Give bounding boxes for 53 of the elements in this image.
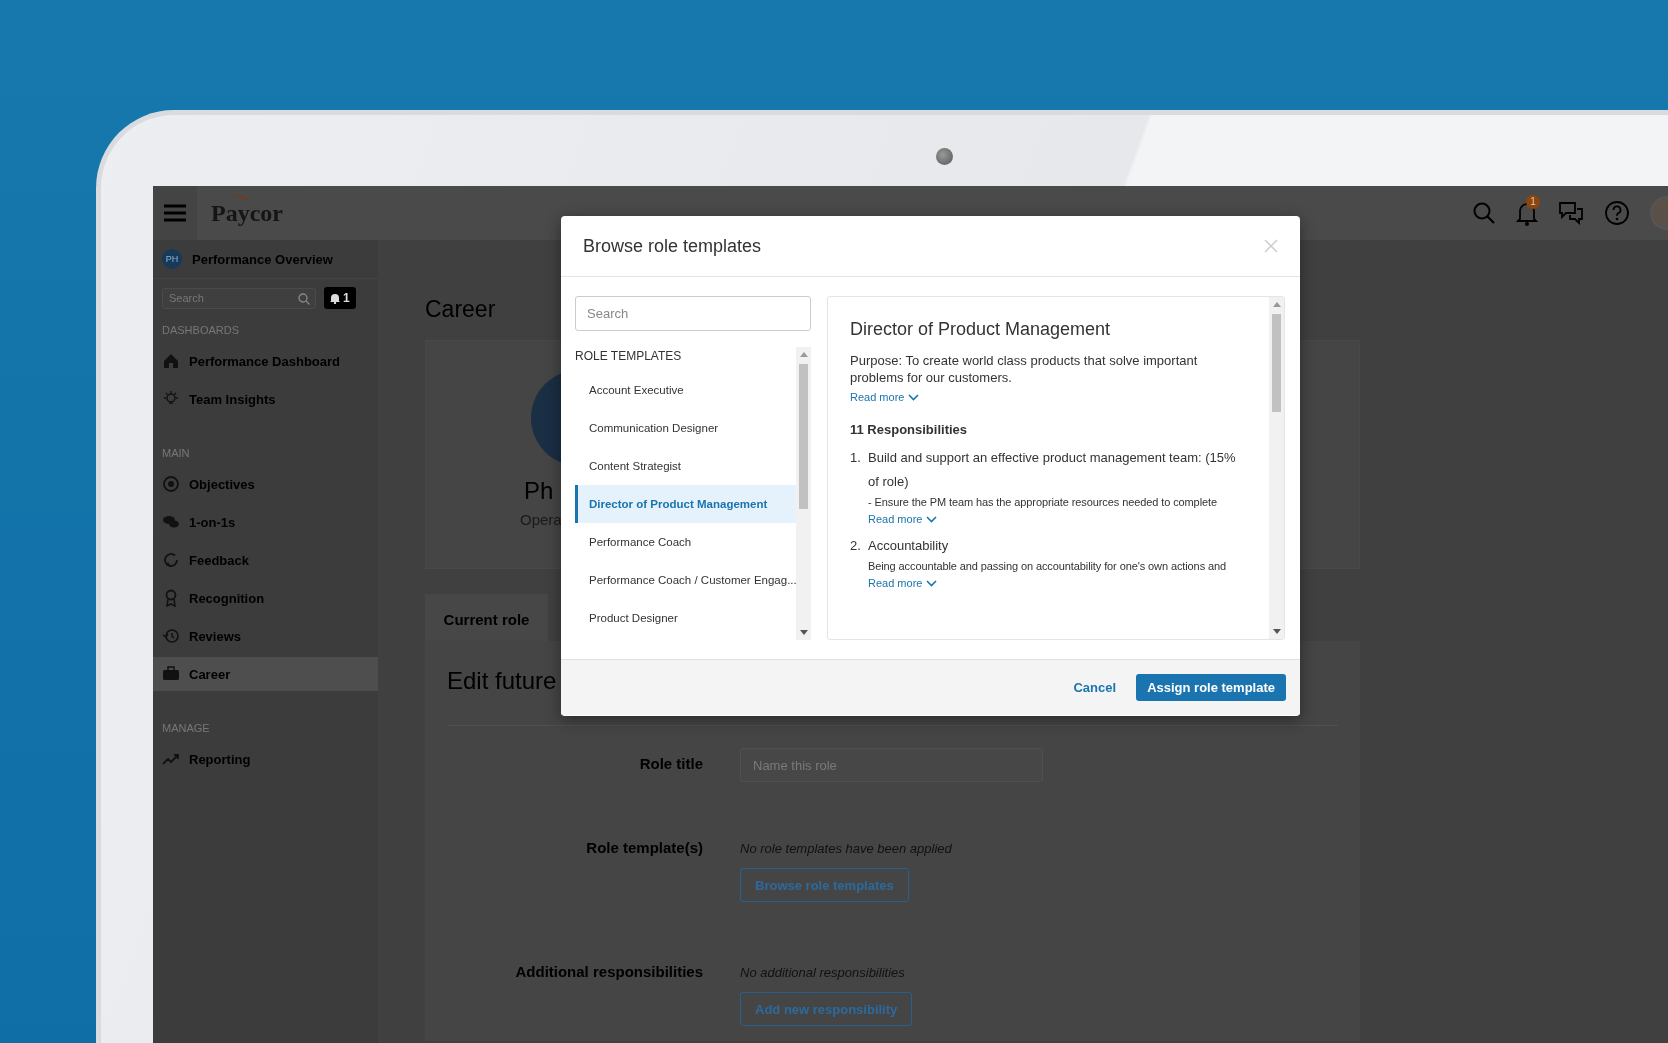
purpose-text: Purpose: To create world class products that solve important problems for our customers. (850, 352, 1199, 386)
read-more-link[interactable]: Read more (868, 513, 938, 525)
field-label: Role title (638, 754, 703, 772)
scrollbar[interactable] (1269, 297, 1284, 639)
help-icon[interactable] (1604, 200, 1630, 226)
bell-icon (330, 292, 340, 304)
template-item[interactable]: Communication Designer (575, 409, 796, 447)
search-icon (298, 292, 310, 305)
nav-item[interactable]: Career (153, 657, 378, 691)
section-heading: DASHBOARDS (161, 323, 241, 337)
chevron-down-icon (926, 579, 938, 587)
profile-name: Ph (524, 477, 554, 505)
close-icon[interactable] (1264, 239, 1278, 253)
notification-badge: 1 (1526, 195, 1540, 209)
alerts-button[interactable]: 1 (324, 287, 356, 309)
cancel-button[interactable]: Cancel (1067, 679, 1123, 696)
search-icon[interactable] (1472, 201, 1496, 225)
chevron-down-icon (908, 393, 920, 401)
section-heading: MANAGE (161, 721, 211, 735)
responsibility-title: Build and support an effective product management team: (15% of role) (868, 449, 1237, 491)
template-item[interactable]: Performance Coach (575, 523, 796, 561)
responsibilities-heading: 11 Responsibilities (850, 422, 969, 437)
template-item[interactable]: Performance Coach / Customer Engag... (575, 561, 796, 599)
item-number: 1. (850, 449, 859, 467)
template-title: Director of Product Management (850, 319, 1112, 340)
field-label: Role template(s) (585, 838, 703, 856)
template-item[interactable]: Product Designer (575, 599, 796, 637)
responsibility-description: - Ensure the PM team has the appropriate resources needed to complete (868, 496, 1218, 508)
section-heading: MAIN (161, 446, 191, 460)
chevron-down-icon (926, 515, 938, 523)
chat-icon[interactable] (1558, 201, 1584, 225)
template-item[interactable]: Account Executive (575, 371, 796, 409)
dialog-title: Browse role templates (583, 235, 762, 257)
field-label: Additional responsibilities (514, 962, 703, 980)
template-item[interactable]: Director of Product Management (575, 485, 796, 523)
camera-icon (936, 148, 953, 165)
menu-icon[interactable] (164, 204, 186, 222)
refresh-icon (162, 551, 180, 569)
list-heading: ROLE TEMPLATES (575, 348, 682, 365)
home-icon (162, 352, 180, 370)
responsibility-title: Accountability (868, 537, 950, 555)
page-title: Career (425, 295, 496, 324)
template-item[interactable]: Content Strategist (575, 447, 796, 485)
briefcase-icon (162, 665, 180, 683)
responsibility-description: Being accountable and passing on accountability for one's own actions and (868, 560, 1227, 572)
item-number: 2. (850, 537, 859, 555)
scrollbar[interactable] (796, 347, 811, 640)
read-more-link[interactable]: Read more (850, 391, 920, 403)
history-icon (162, 627, 180, 645)
profile-avatar[interactable]: PH (162, 249, 182, 269)
assign-button[interactable]: Assign role template (1136, 674, 1286, 701)
read-more-link[interactable]: Read more (868, 577, 938, 589)
target-icon (162, 475, 180, 493)
